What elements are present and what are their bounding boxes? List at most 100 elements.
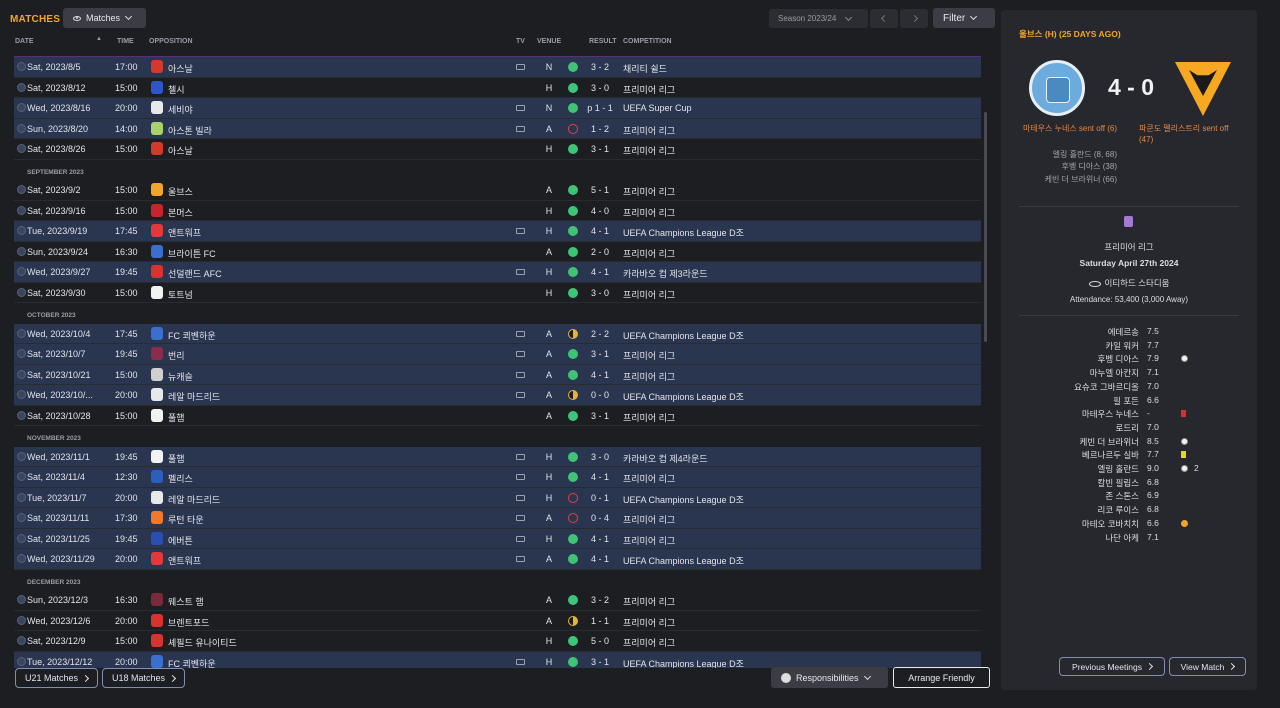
responsibilities-button[interactable]: Responsibilities bbox=[771, 667, 888, 688]
view-selector-button[interactable]: Matches bbox=[63, 8, 146, 28]
table-row[interactable]: Sat, 2023/8/26 15:00 아스날 H 3 - 1 프리미어 리그 bbox=[14, 139, 981, 160]
opponent-name[interactable]: 세비야 bbox=[168, 103, 193, 116]
player-rating-row[interactable]: 마테우스 누네스 - bbox=[1001, 408, 1257, 422]
opponent-name[interactable]: 토트넘 bbox=[168, 288, 193, 301]
competition[interactable]: 프리미어 리그 bbox=[623, 595, 675, 608]
col-competition[interactable]: COMPETITION bbox=[623, 38, 672, 45]
opponent-name[interactable]: 웨스트 햄 bbox=[168, 595, 204, 608]
table-row[interactable]: Sun, 2023/8/20 14:00 아스톤 빌라 A 1 - 2 프리미어 리그 bbox=[14, 118, 981, 139]
opponent-name[interactable]: 브라이튼 FC bbox=[168, 247, 216, 260]
prev-season-button[interactable] bbox=[870, 9, 898, 28]
table-row[interactable]: Sat, 2023/11/25 19:45 에버튼 H 4 - 1 프리미어 리그 bbox=[14, 528, 981, 549]
competition[interactable]: 프리미어 리그 bbox=[623, 83, 675, 96]
table-row[interactable]: Sun, 2023/12/3 16:30 웨스트 햄 A 3 - 2 프리미어 리그 bbox=[14, 590, 981, 611]
competition[interactable]: UEFA Super Cup bbox=[623, 103, 692, 113]
competition[interactable]: 프리미어 리그 bbox=[623, 124, 675, 137]
competition[interactable]: 프리미어 리그 bbox=[623, 513, 675, 526]
competition[interactable]: 프리미어 리그 bbox=[623, 349, 675, 362]
table-row[interactable]: Wed, 2023/11/29 20:00 앤트워프 A 4 - 1 UEFA Champ… bbox=[14, 549, 981, 570]
competition[interactable]: UEFA Champions League D조 bbox=[623, 226, 744, 239]
competition[interactable]: 프리미어 리그 bbox=[623, 144, 675, 157]
player-rating-row[interactable]: 요슈코 그바르디올 7.0 bbox=[1001, 381, 1257, 395]
table-row[interactable]: Sat, 2023/9/2 15:00 울브스 A 5 - 1 프리미어 리그 bbox=[14, 180, 981, 201]
filter-button[interactable]: Filter bbox=[933, 8, 995, 28]
col-venue[interactable]: VENUE bbox=[537, 38, 561, 45]
table-row[interactable]: Sat, 2023/8/5 17:00 아스날 N 3 - 2 채리티 쉴드 bbox=[14, 57, 981, 78]
table-row[interactable]: Tue, 2023/11/7 20:00 레알 마드리드 H 0 - 1 UEFA Cha… bbox=[14, 487, 981, 508]
opponent-name[interactable]: 앤트워프 bbox=[168, 554, 201, 567]
previous-meetings-button[interactable]: Previous Meetings bbox=[1059, 657, 1165, 676]
opponent-name[interactable]: 에버튼 bbox=[168, 534, 193, 547]
opponent-name[interactable]: 울브스 bbox=[168, 185, 193, 198]
competition[interactable]: 프리미어 리그 bbox=[623, 636, 675, 649]
opponent-name[interactable]: 루턴 타운 bbox=[168, 513, 204, 526]
competition[interactable]: 프리미어 리그 bbox=[623, 616, 675, 629]
player-rating-row[interactable]: 칼빈 필립스 6.8 bbox=[1001, 477, 1257, 491]
opponent-name[interactable]: 셰필드 유나이티드 bbox=[168, 636, 237, 649]
table-row[interactable]: Wed, 2023/12/6 20:00 브렌트포드 A 1 - 1 프리미어 리그 bbox=[14, 611, 981, 631]
opponent-name[interactable]: 풀햄 bbox=[168, 452, 185, 465]
table-row[interactable]: Sat, 2023/8/12 15:00 첼시 H 3 - 0 프리미어 리그 bbox=[14, 78, 981, 98]
player-rating-row[interactable]: 케빈 더 브라위너 8.5 bbox=[1001, 436, 1257, 450]
col-opposition[interactable]: OPPOSITION bbox=[149, 38, 193, 45]
player-rating-row[interactable]: 존 스톤스 6.9 bbox=[1001, 490, 1257, 504]
competition[interactable]: 프리미어 리그 bbox=[623, 185, 675, 198]
next-season-button[interactable] bbox=[900, 9, 928, 28]
table-row[interactable]: Wed, 2023/10/... 20:00 레알 마드리드 A 0 - 0 UEFA C… bbox=[14, 385, 981, 406]
player-rating-row[interactable]: 카일 워커 7.7 bbox=[1001, 340, 1257, 354]
opponent-name[interactable]: 펠리스 bbox=[168, 472, 193, 485]
competition[interactable]: UEFA Champions League D조 bbox=[623, 657, 744, 669]
player-rating-row[interactable]: 후벵 디아스 7.9 bbox=[1001, 353, 1257, 367]
competition[interactable]: UEFA Champions League D조 bbox=[623, 554, 744, 567]
table-row[interactable]: Sat, 2023/11/4 12:30 펠리스 H 4 - 1 프리미어 리그 bbox=[14, 467, 981, 488]
competition[interactable]: 프리미어 리그 bbox=[623, 370, 675, 383]
table-row[interactable]: Sat, 2023/11/11 17:30 루턴 타운 A 0 - 4 프리미어 리그 bbox=[14, 508, 981, 529]
opponent-name[interactable]: 아스톤 빌라 bbox=[168, 124, 212, 137]
view-match-button[interactable]: View Match bbox=[1169, 657, 1246, 676]
opponent-name[interactable]: 풀햄 bbox=[168, 411, 185, 424]
competition[interactable]: 프리미어 리그 bbox=[623, 247, 675, 260]
opponent-name[interactable]: 번리 bbox=[168, 349, 185, 362]
player-rating-row[interactable]: 리코 루이스 6.8 bbox=[1001, 504, 1257, 518]
table-row[interactable]: Wed, 2023/8/16 20:00 세비야 Np 1 - 1 UEFA Super… bbox=[14, 98, 981, 119]
player-rating-row[interactable]: 로드리 7.0 bbox=[1001, 422, 1257, 436]
player-rating-row[interactable]: 마테오 코바치치 6.6 bbox=[1001, 518, 1257, 532]
table-row[interactable]: Wed, 2023/10/4 17:45 FC 쾨벤하운 A 2 - 2 UEFA Cha… bbox=[14, 323, 981, 344]
u18-matches-button[interactable]: U18 Matches bbox=[102, 668, 185, 688]
competition[interactable]: 카라바오 컵 제3라운드 bbox=[623, 267, 708, 280]
opponent-name[interactable]: 아스날 bbox=[168, 144, 193, 157]
table-row[interactable]: Sat, 2023/12/9 15:00 셰필드 유나이티드 H 5 - 0 프리미어 리… bbox=[14, 631, 981, 652]
opponent-name[interactable]: 앤트워프 bbox=[168, 226, 201, 239]
col-result[interactable]: RESULT bbox=[589, 38, 616, 45]
opponent-name[interactable]: 레알 마드리드 bbox=[168, 493, 220, 506]
table-row[interactable]: Sat, 2023/9/30 15:00 토트넘 H 3 - 0 프리미어 리그 bbox=[14, 283, 981, 303]
opponent-name[interactable]: 브렌트포드 bbox=[168, 616, 209, 629]
col-tv[interactable]: TV bbox=[516, 38, 525, 45]
player-rating-row[interactable]: 엘링 홀란드 9.0 2 bbox=[1001, 463, 1257, 477]
competition[interactable]: UEFA Champions League D조 bbox=[623, 329, 744, 342]
col-date[interactable]: DATE bbox=[15, 38, 34, 45]
u21-matches-button[interactable]: U21 Matches bbox=[15, 668, 98, 688]
player-rating-row[interactable]: 마누엘 아칸지 7.1 bbox=[1001, 367, 1257, 381]
table-row[interactable]: Wed, 2023/11/1 19:45 풀햄 H 3 - 0 카라바오 컵 제4라운드 bbox=[14, 446, 981, 467]
table-row[interactable]: Tue, 2023/12/12 20:00 FC 쾨벤하운 H 3 - 1 UEFA Ch… bbox=[14, 651, 981, 669]
competition[interactable]: 프리미어 리그 bbox=[623, 206, 675, 219]
competition[interactable]: UEFA Champions League D조 bbox=[623, 390, 744, 403]
opponent-name[interactable]: 본머스 bbox=[168, 206, 193, 219]
opponent-name[interactable]: 선덜랜드 AFC bbox=[168, 267, 222, 280]
player-rating-row[interactable]: 에데르송 7.5 bbox=[1001, 326, 1257, 340]
opponent-name[interactable]: 레알 마드리드 bbox=[168, 390, 220, 403]
opponent-name[interactable]: 첼시 bbox=[168, 83, 185, 96]
table-row[interactable]: Tue, 2023/9/19 17:45 앤트워프 H 4 - 1 UEFA Champi… bbox=[14, 221, 981, 242]
table-row[interactable]: Sat, 2023/9/16 15:00 본머스 H 4 - 0 프리미어 리그 bbox=[14, 201, 981, 221]
opponent-name[interactable]: FC 쾨벤하운 bbox=[168, 657, 216, 669]
player-rating-row[interactable]: 필 포든 6.6 bbox=[1001, 395, 1257, 409]
table-row[interactable]: Sat, 2023/10/28 15:00 풀햄 A 3 - 1 프리미어 리그 bbox=[14, 406, 981, 426]
player-rating-row[interactable]: 베르나르두 실바 7.7 bbox=[1001, 449, 1257, 463]
competition[interactable]: 채리티 쉴드 bbox=[623, 62, 667, 75]
competition[interactable]: 카라바오 컵 제4라운드 bbox=[623, 452, 708, 465]
player-rating-row[interactable]: 나단 아케 7.1 bbox=[1001, 532, 1257, 546]
table-row[interactable] bbox=[14, 48, 981, 57]
col-time[interactable]: TIME bbox=[117, 38, 134, 45]
competition[interactable]: 프리미어 리그 bbox=[623, 472, 675, 485]
